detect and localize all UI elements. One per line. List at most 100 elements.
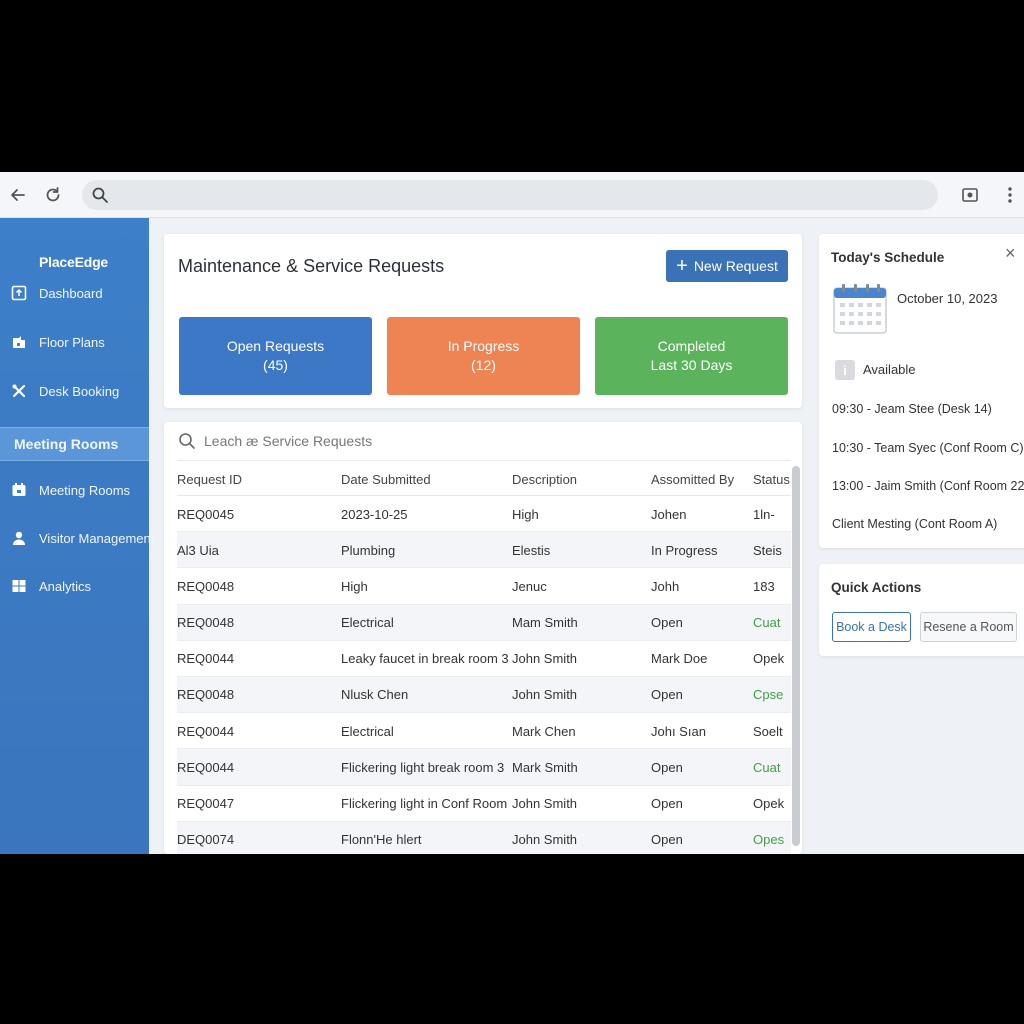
sidebar-item-desk-booking[interactable]: Desk Booking (0, 374, 149, 408)
column-header[interactable]: Description (512, 461, 648, 497)
stat-label: Open Requests (226, 338, 325, 354)
open-requests-tile[interactable]: Open Requests (45) (179, 317, 372, 395)
back-arrow-icon[interactable] (6, 183, 30, 207)
screenshot-icon[interactable] (958, 183, 982, 207)
schedule-item[interactable]: 09:30 - Jeam Stee (Desk 14) (832, 402, 992, 416)
date-cell: Leaky faucet in break room 3 (341, 651, 509, 667)
table-row[interactable]: REQ0044 Electrical Mark Chen Johı Sıan Soelt (177, 713, 791, 750)
table-row[interactable]: DEQ0074 Flonn'He hlert John Smith Open Opes (177, 821, 791, 854)
request-id-cell: REQ0044 (177, 723, 235, 739)
in-progress-tile[interactable]: In Progress (12) (387, 317, 580, 395)
kebab-menu-icon[interactable] (998, 183, 1022, 207)
user-icon (10, 529, 28, 547)
column-header[interactable]: Date Submitted (341, 461, 509, 497)
status-cell: 1ln- (753, 506, 775, 522)
search-icon (88, 183, 112, 207)
quick-actions-title: Quick Actions (831, 580, 922, 595)
new-request-button[interactable]: + New Request (666, 250, 788, 282)
scrollbar-thumb[interactable] (792, 466, 800, 846)
request-id-cell: REQ0048 (177, 615, 235, 631)
status-cell: Cpse (753, 687, 784, 703)
request-id-cell: REQ0047 (177, 796, 235, 811)
assigned-cell: Johen (651, 506, 687, 522)
date-cell: Flickering light break room 3 (341, 759, 505, 775)
sidebar-item-label: Visitor Management (39, 530, 155, 546)
table-row[interactable]: REQ0045 2023-10-25 High Johen 1ln- (177, 496, 791, 533)
sidebar-item-label: Desk Booking (39, 383, 120, 399)
table-header: Request ID Date Submitted Description As… (177, 460, 791, 496)
sidebar-item-floor-plans[interactable]: Floor Plans (0, 325, 149, 359)
browser-toolbar (0, 172, 1024, 218)
requests-header-card: Maintenance & Service Requests + New Req… (164, 234, 802, 408)
table-row[interactable]: REQ0044 Leaky faucet in break room 3 John … (177, 641, 791, 677)
table-scrollbar[interactable] (792, 466, 800, 846)
assigned-cell: Mark Doe (651, 651, 708, 667)
table-body: REQ0045 2023-10-25 High Johen 1ln- Al3 Uia Plu… (177, 496, 791, 854)
quick-actions-panel: Quick Actions Book a Desk Resene a Room (819, 564, 1024, 656)
table-row[interactable]: REQ0047 Flickering light in Conf Room B Jo… (177, 786, 791, 822)
column-header[interactable]: Request ID (177, 461, 337, 497)
calendar-icon (10, 481, 28, 499)
request-id-cell: REQ0044 (177, 759, 235, 775)
table-row[interactable]: REQ0048 Electrical Mam Smith Open Cuat (177, 604, 791, 641)
sidebar-item-meeting-rooms-active[interactable]: Meeting Rooms (0, 427, 149, 461)
sidebar-item-visitor-management[interactable]: Visitor Management (0, 521, 154, 555)
address-bar[interactable] (82, 180, 938, 210)
request-id-cell: REQ0048 (177, 578, 235, 594)
description-cell: Mark Chen (512, 723, 576, 739)
stat-label: In Progress (447, 338, 520, 354)
description-cell: John Smith (512, 651, 578, 667)
sidebar: PlaceEdge Dashboard Floor Plans Desk Boo… (0, 218, 154, 854)
assigned-cell: Johh (651, 578, 680, 594)
sidebar-item-label: Analytics (39, 578, 92, 594)
floor-plan-icon (10, 333, 28, 351)
sidebar-item-analytics[interactable]: Analytics (0, 569, 149, 603)
description-cell: High (512, 506, 539, 522)
description-cell: Mam Smith (512, 615, 578, 631)
stat-label: Completed (657, 338, 726, 354)
close-icon[interactable]: × (1005, 244, 1019, 262)
column-header[interactable]: Assomitted By (651, 461, 751, 497)
schedule-item[interactable]: 13:00 - Jaim Smith (Conf Room 22) (832, 479, 1024, 493)
date-cell: Plumbing (341, 542, 396, 558)
reserve-room-button[interactable]: Resene a Room (920, 612, 1017, 642)
description-cell: Elestis (512, 542, 551, 558)
calendar-icon (833, 284, 887, 334)
date-cell: Nlusk Chen (341, 687, 409, 703)
sidebar-item-meeting-rooms[interactable]: Meeting Rooms (0, 473, 149, 507)
grid-icon (10, 577, 28, 595)
new-request-label: New Request (693, 258, 778, 274)
date-cell: Flickering light in Conf Room B (341, 796, 509, 811)
app-frame: PlaceEdge Dashboard Floor Plans Desk Boo… (0, 172, 1024, 854)
status-cell: Opes (753, 832, 785, 848)
stat-value: (12) (471, 357, 496, 373)
table-row[interactable]: REQ0044 Flickering light break room 3 Mark… (177, 749, 791, 786)
reload-icon[interactable] (41, 183, 65, 207)
table-row[interactable]: Al3 Uia Plumbing Elestis In Progress Steis (177, 532, 791, 569)
status-icon: i (835, 360, 855, 380)
page-title: Maintenance & Service Requests (178, 256, 445, 276)
schedule-item[interactable]: Client Mesting (Cont Room A) (832, 517, 997, 531)
table-row[interactable]: REQ0048 High Jenuc Johh 183 (177, 568, 791, 605)
column-header[interactable]: Status (753, 461, 791, 497)
sidebar-item-dashboard[interactable]: Dashboard (0, 276, 149, 310)
status-cell: Opek (753, 796, 785, 811)
request-id-cell: DEQ0074 (177, 832, 235, 848)
stat-value: Last 30 Days (650, 357, 733, 373)
completed-tile[interactable]: Completed Last 30 Days (595, 317, 788, 395)
plus-icon: + (676, 255, 688, 277)
brand-logo: PlaceEdge (39, 254, 109, 270)
assigned-cell: Open (651, 796, 683, 811)
book-desk-button[interactable]: Book a Desk (832, 612, 911, 642)
description-cell: John Smith (512, 796, 578, 811)
schedule-item[interactable]: 10:30 - Team Syec (Conf Room C) (832, 441, 1024, 455)
status-cell: Soelt (753, 723, 783, 739)
stat-value: (45) (263, 357, 288, 373)
table-search[interactable]: Leach æ Service Requests (178, 430, 778, 452)
schedule-title: Today's Schedule (831, 250, 945, 265)
dashboard-icon (10, 284, 28, 302)
table-row[interactable]: REQ0048 Nlusk Chen John Smith Open Cpse (177, 676, 791, 714)
assigned-cell: In Progress (651, 542, 718, 558)
sidebar-item-label: Meeting Rooms (39, 482, 131, 498)
date-cell: Electrical (341, 615, 394, 631)
